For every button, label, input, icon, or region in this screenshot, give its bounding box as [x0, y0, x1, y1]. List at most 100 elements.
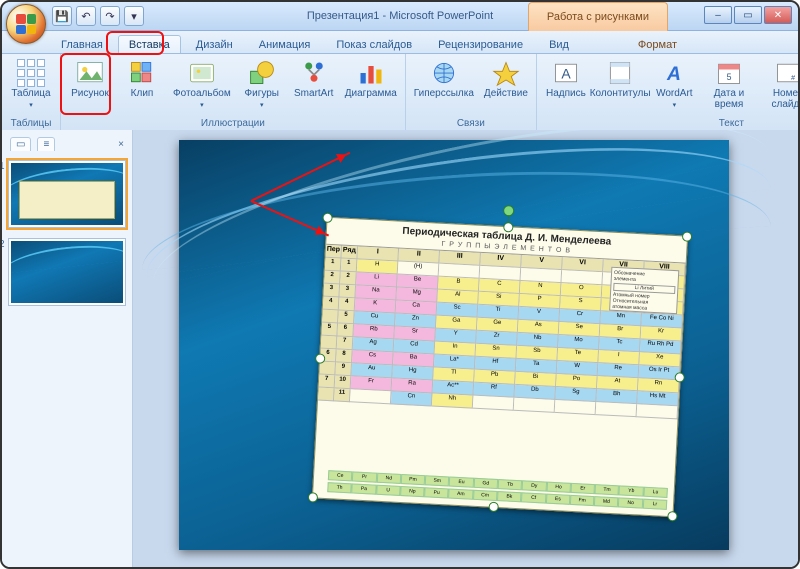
tab-home[interactable]: Главная	[50, 35, 114, 53]
inserted-picture[interactable]: Периодическая таблица Д. И. Менделеева Г…	[312, 217, 688, 518]
picture-icon	[76, 59, 104, 87]
tab-review[interactable]: Рецензирование	[427, 35, 534, 53]
table-button[interactable]: Таблица▾	[6, 56, 56, 114]
hyperlink-button[interactable]: Гиперссылка	[410, 56, 478, 102]
tab-insert[interactable]: Вставка	[118, 35, 181, 53]
panel-tab-slides[interactable]: ▭	[10, 137, 31, 151]
resize-handle[interactable]	[667, 511, 678, 522]
clip-icon	[128, 59, 156, 87]
wordart-label: WordArt	[656, 88, 693, 99]
svg-text:A: A	[666, 64, 681, 85]
hyperlink-icon	[430, 59, 458, 87]
datetime-icon: 5	[715, 59, 743, 87]
group-tables: Таблица▾ Таблицы	[2, 54, 61, 130]
svg-text:A: A	[561, 65, 571, 81]
tab-format[interactable]: Формат	[627, 35, 688, 53]
photoalbum-button[interactable]: Фотоальбом▾	[169, 56, 235, 114]
tab-animations[interactable]: Анимация	[248, 35, 322, 53]
slidenum-icon: #	[774, 59, 800, 87]
window-controls: – ▭ ✕	[704, 6, 792, 24]
office-button[interactable]	[6, 4, 46, 44]
tab-slideshow[interactable]: Показ слайдов	[325, 35, 423, 53]
redo-icon: ↷	[105, 10, 114, 23]
tab-view[interactable]: Вид	[538, 35, 580, 53]
legend-box: Обозначениеэлемента Li Литий Атомный ном…	[609, 267, 679, 314]
slides-panel: ▭ ≡ × 1 2	[2, 130, 133, 567]
action-label: Действие	[484, 88, 528, 99]
slidenum-button[interactable]: # Номер слайда	[759, 56, 800, 113]
photoalbum-label: Фотоальбом	[173, 88, 231, 99]
minimize-button[interactable]: –	[704, 6, 732, 24]
maximize-button[interactable]: ▭	[734, 6, 762, 24]
chart-button[interactable]: Диаграмма	[341, 56, 401, 102]
action-icon	[492, 59, 520, 87]
wordart-icon: A	[660, 59, 688, 87]
group-text: A Надпись Колонтитулы A WordArt▾ 5 Дата …	[537, 54, 800, 130]
qat-more-button[interactable]: ▾	[124, 6, 144, 26]
close-button[interactable]: ✕	[764, 6, 792, 24]
wordart-button[interactable]: A WordArt▾	[649, 56, 699, 114]
group-links-label: Связи	[410, 118, 532, 130]
undo-button[interactable]: ↶	[76, 6, 96, 26]
action-button[interactable]: Действие	[480, 56, 532, 102]
thumb-number: 2	[2, 239, 5, 250]
smartart-label: SmartArt	[294, 88, 333, 99]
hyperlink-label: Гиперссылка	[414, 88, 474, 99]
datetime-label: Дата и время	[705, 88, 752, 110]
table-icon	[17, 59, 45, 87]
table-label: Таблица	[11, 88, 50, 99]
panel-close-button[interactable]: ×	[118, 139, 124, 150]
chart-icon	[357, 59, 385, 87]
svg-text:5: 5	[727, 72, 732, 82]
clip-button[interactable]: Клип	[117, 56, 167, 102]
photoalbum-icon	[188, 59, 216, 87]
smartart-icon	[300, 59, 328, 87]
headerfooter-label: Колонтитулы	[590, 88, 651, 99]
undo-icon: ↶	[81, 10, 90, 23]
ribbon-tabs: Главная Вставка Дизайн Анимация Показ сл…	[2, 31, 798, 54]
save-icon: 💾	[55, 10, 69, 23]
ribbon-insert: Таблица▾ Таблицы Рисунок Клип Фотоальбом…	[2, 54, 798, 131]
thumb-number: 1	[2, 161, 5, 172]
panel-tabs: ▭ ≡ ×	[2, 130, 132, 154]
workspace: ▭ ≡ × 1 2	[2, 130, 798, 567]
app-window: 💾 ↶ ↷ ▾ Презентация1 - Microsoft PowerPo…	[0, 0, 800, 569]
shapes-icon	[248, 59, 276, 87]
resize-handle[interactable]	[488, 502, 499, 513]
slide-thumb-2[interactable]: 2	[8, 238, 126, 306]
quick-access-toolbar: 💾 ↶ ↷ ▾	[52, 6, 144, 26]
textbox-icon: A	[552, 59, 580, 87]
chart-label: Диаграмма	[345, 88, 397, 99]
redo-button[interactable]: ↷	[100, 6, 120, 26]
chevron-down-icon: ▾	[131, 10, 137, 23]
textbox-label: Надпись	[546, 88, 586, 99]
shapes-button[interactable]: Фигуры▾	[237, 56, 287, 114]
title-bar: 💾 ↶ ↷ ▾ Презентация1 - Microsoft PowerPo…	[2, 2, 798, 31]
tab-design[interactable]: Дизайн	[185, 35, 244, 53]
picture-button[interactable]: Рисунок	[65, 56, 115, 102]
save-button[interactable]: 💾	[52, 6, 72, 26]
svg-text:#: #	[791, 75, 795, 82]
context-tab-header: Работа с рисунками	[528, 2, 668, 31]
smartart-button[interactable]: SmartArt	[289, 56, 339, 102]
textbox-button[interactable]: A Надпись	[541, 56, 591, 102]
slidenum-label: Номер слайда	[763, 88, 800, 110]
group-text-label: Текст	[541, 118, 800, 130]
group-illustrations-label: Иллюстрации	[65, 118, 401, 130]
shapes-label: Фигуры	[245, 88, 279, 99]
slide-editor[interactable]: Периодическая таблица Д. И. Менделеева Г…	[133, 130, 798, 567]
resize-handle[interactable]	[682, 231, 693, 242]
datetime-button[interactable]: 5 Дата и время	[701, 56, 756, 113]
headerfooter-icon	[606, 59, 634, 87]
group-links: Гиперссылка Действие Связи	[406, 54, 537, 130]
group-illustrations: Рисунок Клип Фотоальбом▾ Фигуры▾ SmartAr…	[61, 54, 406, 130]
panel-tab-outline[interactable]: ≡	[37, 137, 55, 151]
slide-canvas[interactable]: Периодическая таблица Д. И. Менделеева Г…	[179, 140, 729, 550]
headerfooter-button[interactable]: Колонтитулы	[593, 56, 647, 102]
resize-handle[interactable]	[674, 372, 685, 383]
thumbnails-list[interactable]: 1 2	[2, 154, 132, 567]
clip-label: Клип	[131, 88, 154, 99]
resize-handle[interactable]	[308, 492, 319, 503]
slide-thumb-1[interactable]: 1	[8, 160, 126, 228]
picture-label: Рисунок	[71, 88, 109, 99]
